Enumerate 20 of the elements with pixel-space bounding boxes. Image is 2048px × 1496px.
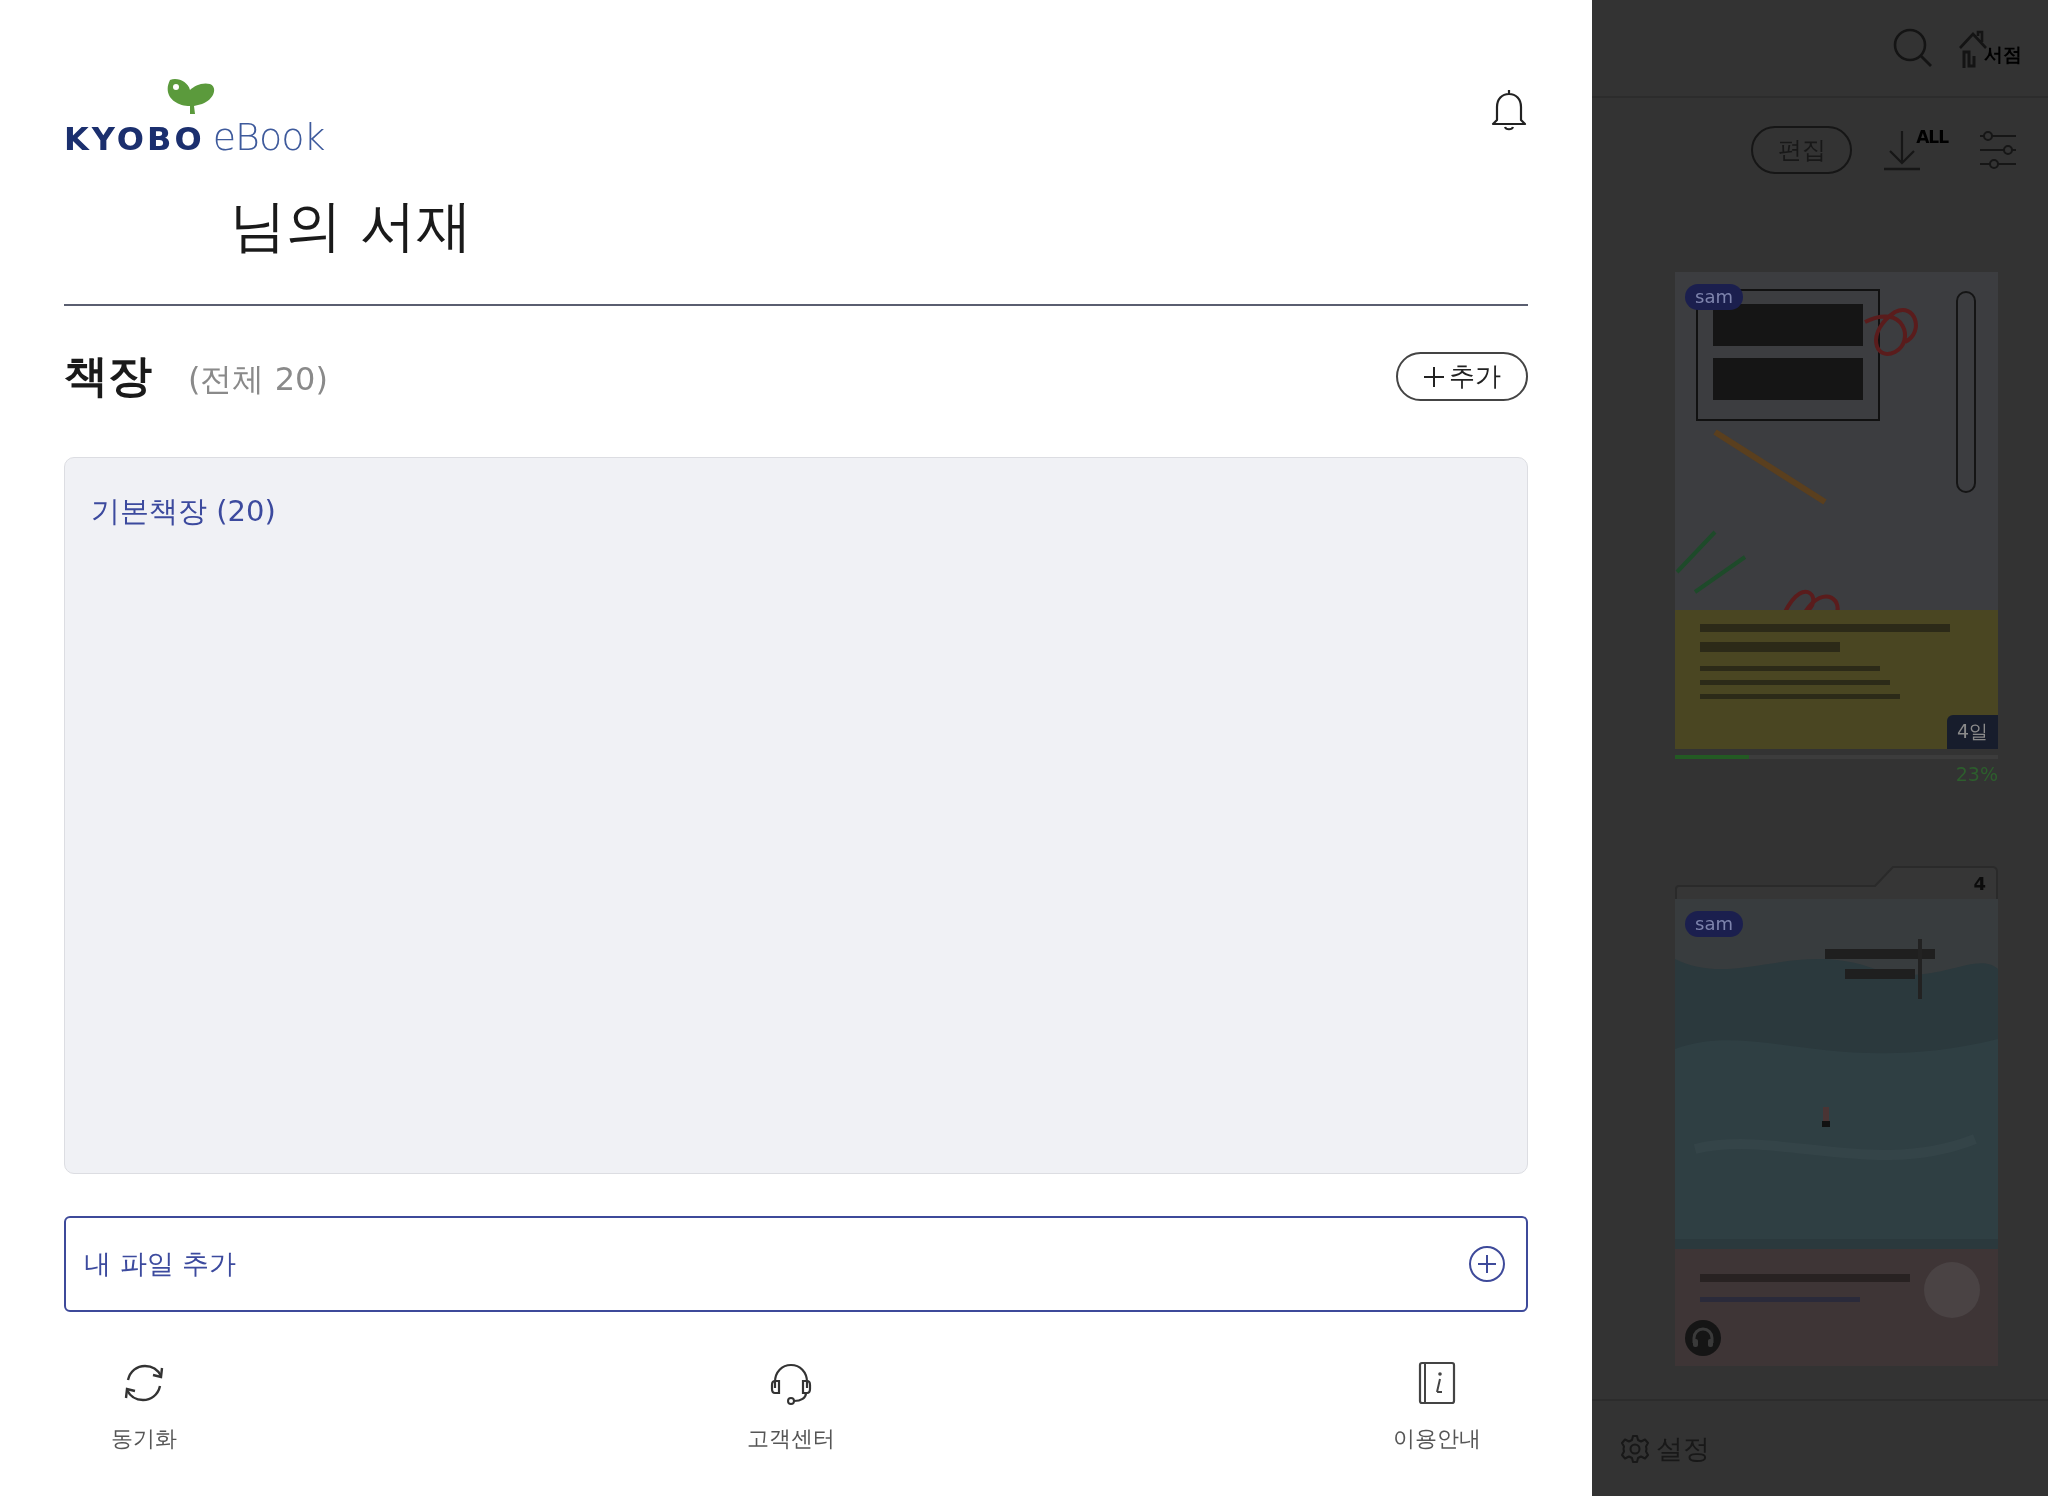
bell-icon[interactable] [1490,88,1528,132]
gear-icon [1620,1433,1650,1464]
shelf-item[interactable]: 기본책장 (20) [91,492,276,532]
plus-icon [1423,365,1445,388]
search-icon[interactable] [1892,27,1934,69]
section-heading: 책장 [64,349,152,403]
logo-wordmark: KYOBO [64,120,205,158]
filter-icon[interactable] [1978,130,2018,170]
footer-button[interactable]: 이용안내 [1357,1360,1517,1454]
plus-circle-icon [1468,1245,1506,1283]
footer-button[interactable]: 고객센터 [710,1360,871,1454]
rental-days-badge: 4일 [1946,715,1998,749]
add-shelf-button[interactable]: 추가 [1396,352,1528,401]
footer-button[interactable]: 동기화 [64,1360,224,1454]
shelf-count: (전체 20) [188,358,328,400]
add-file-button[interactable]: 내 파일 추가 [64,1216,1528,1312]
logo-wordmark: eBook [212,118,325,156]
publisher-badge: sam [1685,911,1743,937]
library-title: 님의 서재 [230,195,472,257]
publisher-badge: sam [1685,284,1743,310]
